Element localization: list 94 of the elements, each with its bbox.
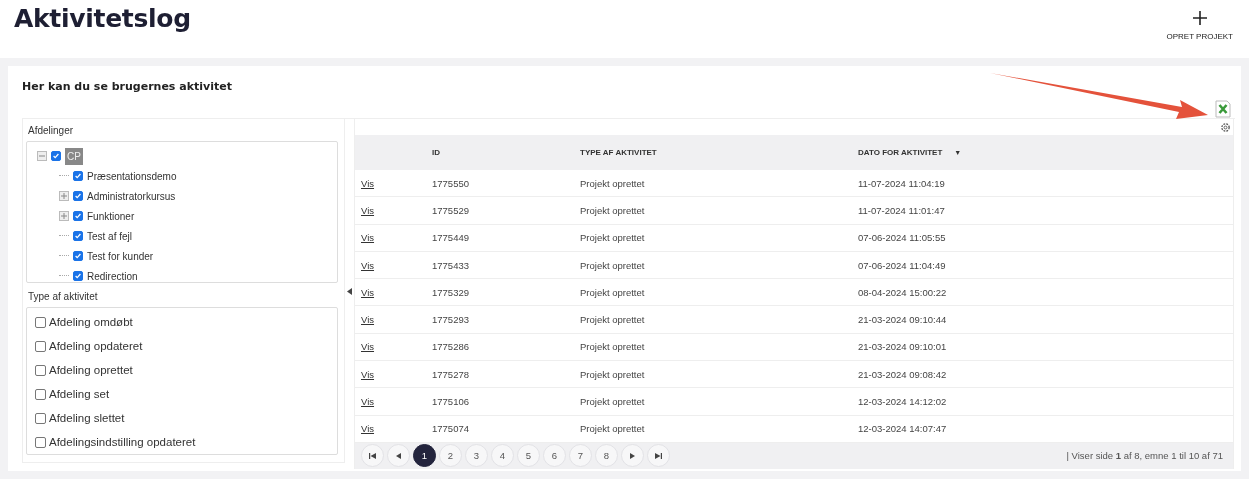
section-label: Type af aktivitet xyxy=(28,291,99,302)
checkbox[interactable] xyxy=(73,231,83,241)
activity-type-label[interactable]: Afdeling oprettet xyxy=(49,364,133,376)
table-cell-text: Projekt oprettet xyxy=(580,232,646,244)
activity-type-label[interactable]: Afdeling opdateret xyxy=(49,340,143,352)
table-cell-text: 1775449 xyxy=(432,232,470,244)
checkbox[interactable] xyxy=(35,316,46,328)
first-page-icon[interactable] xyxy=(369,452,376,459)
view-link[interactable]: Vis xyxy=(361,177,375,189)
checkbox[interactable] xyxy=(73,271,83,281)
view-link[interactable]: Vis xyxy=(361,314,375,326)
checkbox[interactable] xyxy=(35,340,46,352)
checkbox[interactable] xyxy=(73,251,83,261)
table-cell-text: Projekt oprettet xyxy=(580,177,646,189)
table-cell-text: 1775329 xyxy=(432,286,470,298)
create-project-button[interactable]: OPRET PROJEKT xyxy=(1166,10,1233,41)
table-cell-text: 1775433 xyxy=(432,259,470,271)
table-cell-text: 1775293 xyxy=(432,314,470,326)
table-cell-text: 1775286 xyxy=(432,341,470,353)
page-button[interactable]: 4 xyxy=(491,444,514,468)
activity-type-label[interactable]: Afdelingsindstilling opdateret xyxy=(49,436,196,448)
activity-type-label[interactable]: Afdeling slettet xyxy=(49,412,125,424)
page-button[interactable]: 5 xyxy=(517,444,540,468)
table-cell-text: 1775529 xyxy=(432,204,470,216)
table-cell-text: Projekt oprettet xyxy=(580,286,646,298)
previous-page-icon[interactable] xyxy=(396,452,401,459)
page-button[interactable]: 1 xyxy=(413,444,436,468)
view-link[interactable]: Vis xyxy=(361,396,375,407)
previous-page-button[interactable] xyxy=(387,444,410,468)
table-cell-text: 1775550 xyxy=(432,177,470,189)
table-cell-text: 07-06-2024 11:04:49 xyxy=(858,259,947,271)
page-button[interactable]: 3 xyxy=(465,444,488,468)
column-header[interactable]: TYPE AF AKTIVITET xyxy=(580,148,657,157)
settings-icon[interactable] xyxy=(1220,121,1231,133)
tree-item[interactable]: Funktioner xyxy=(87,210,135,222)
page-status: | Viser side 1 af 8, emne 1 til 10 af 71 xyxy=(1066,450,1223,462)
view-link[interactable]: Vis xyxy=(361,259,375,271)
table-cell-text: 11-07-2024 11:04:19 xyxy=(858,177,946,189)
tree-item[interactable]: Præsentationsdemo xyxy=(87,170,177,182)
section-label: Afdelinger xyxy=(28,125,75,136)
page-button[interactable]: 7 xyxy=(569,444,592,468)
table-cell-text: 11-07-2024 11:01:47 xyxy=(858,204,946,216)
table-cell-text: Projekt oprettet xyxy=(580,314,646,326)
table-cell-text: 12-03-2024 14:07:47 xyxy=(858,423,948,435)
table-cell-text: 08-04-2024 15:00:22 xyxy=(858,286,948,298)
table-cell-text: Projekt oprettet xyxy=(580,396,646,407)
view-link[interactable]: Vis xyxy=(361,232,375,244)
table-cell-text: 1775074 xyxy=(432,423,470,435)
checkbox[interactable] xyxy=(73,211,83,221)
column-header[interactable]: DATO FOR AKTIVITET xyxy=(858,148,943,157)
page-button[interactable]: 8 xyxy=(595,444,618,468)
checkbox[interactable] xyxy=(35,412,46,424)
page-button[interactable]: 2 xyxy=(439,444,462,468)
view-link[interactable]: Vis xyxy=(361,368,375,380)
spreadsheet-export-icon[interactable] xyxy=(1215,100,1231,118)
table-cell-text: 1775106 xyxy=(432,396,470,407)
view-link[interactable]: Vis xyxy=(361,204,375,216)
table-cell-text: Projekt oprettet xyxy=(580,204,646,216)
last-page-button[interactable] xyxy=(647,444,670,468)
activity-type-label[interactable]: Afdeling omdøbt xyxy=(49,316,133,328)
checkbox[interactable] xyxy=(35,364,46,376)
table-cell-text: 07-06-2024 11:05:55 xyxy=(858,232,947,244)
table-cell-text: 21-03-2024 09:10:01 xyxy=(858,341,948,353)
table-cell-text: Projekt oprettet xyxy=(580,341,646,353)
view-link[interactable]: Vis xyxy=(361,286,375,298)
next-page-icon[interactable] xyxy=(630,452,635,459)
activity-type-label[interactable]: Afdeling set xyxy=(49,388,110,400)
checkbox[interactable] xyxy=(73,171,83,181)
column-header[interactable]: ID xyxy=(432,148,440,157)
tree-item[interactable]: Redirection xyxy=(87,270,138,282)
tree-item[interactable]: Test af fejl xyxy=(87,230,133,242)
table-cell-text: 21-03-2024 09:10:44 xyxy=(858,314,948,326)
tree-item[interactable]: Administratorkursus xyxy=(87,190,176,202)
first-page-button[interactable] xyxy=(361,444,384,468)
checkbox[interactable] xyxy=(73,191,83,201)
next-page-button[interactable] xyxy=(621,444,644,468)
collapse-icon[interactable] xyxy=(347,288,352,295)
table-cell-text: 21-03-2024 09:08:42 xyxy=(858,368,948,380)
plus-icon[interactable] xyxy=(1191,10,1208,26)
page-title: Aktivitetslog xyxy=(14,4,191,33)
checkbox[interactable] xyxy=(35,436,46,448)
table-cell-text: Projekt oprettet xyxy=(580,259,646,271)
view-link[interactable]: Vis xyxy=(361,423,375,435)
page-button[interactable]: 6 xyxy=(543,444,566,468)
table-cell-text: Projekt oprettet xyxy=(580,423,646,435)
view-link[interactable]: Vis xyxy=(361,341,375,353)
last-page-icon[interactable] xyxy=(655,452,662,459)
tree-item[interactable]: Test for kunder xyxy=(87,250,154,262)
table-cell-text: Projekt oprettet xyxy=(580,368,646,380)
description: Her kan du se brugernes aktivitet xyxy=(22,80,233,95)
checkbox[interactable] xyxy=(51,151,61,161)
table-cell-text: 1775278 xyxy=(432,368,470,380)
table-cell-text: 12-03-2024 14:12:02 xyxy=(858,396,948,407)
checkbox[interactable] xyxy=(35,388,46,400)
